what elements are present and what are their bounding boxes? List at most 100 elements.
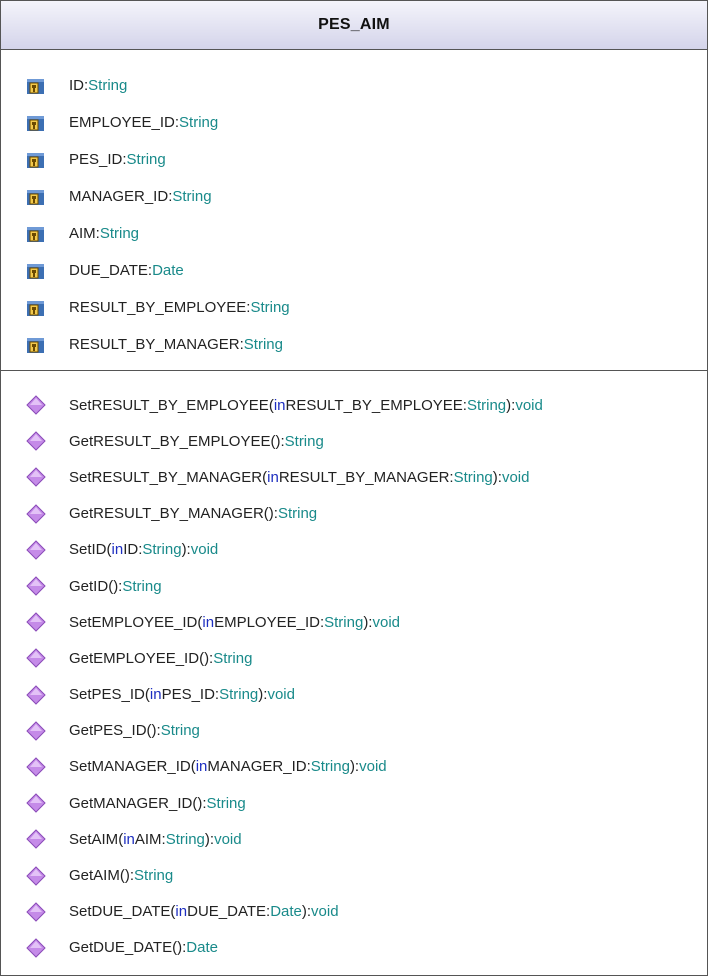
param-name: PES_ID [161, 686, 215, 704]
private-field-icon [21, 335, 51, 355]
private-field-icon [21, 298, 51, 318]
attribute-row: RESULT_BY_MANAGER: String [1, 326, 707, 363]
method-paren-close: ): [124, 867, 135, 885]
public-method-icon [21, 684, 51, 705]
param-direction: in [202, 613, 215, 631]
method-name: SetDUE_DATE [69, 903, 171, 921]
method-row: GetPES_ID(): String [1, 713, 707, 749]
method-paren-close: ): [275, 432, 285, 450]
method-paren-close: ): [181, 541, 191, 559]
param-direction: in [111, 541, 124, 559]
method-return-type: void [311, 903, 339, 921]
attribute-name: MANAGER_ID [69, 188, 169, 205]
param-name: RESULT_BY_MANAGER [278, 468, 450, 486]
method-row: SetRESULT_BY_EMPLOYEE(in RESULT_BY_EMPLO… [1, 387, 707, 423]
method-row: SetDUE_DATE(in DUE_DATE: Date): void [1, 894, 707, 930]
public-method-icon [21, 721, 51, 741]
public-method-icon [21, 395, 51, 415]
attribute-name: AIM [69, 225, 96, 242]
method-return-type: String [213, 649, 253, 667]
public-method-icon [21, 612, 51, 632]
method-paren-close: ): [151, 722, 161, 740]
method-return-type: void [372, 613, 401, 631]
public-method-icon [21, 829, 51, 850]
method-row: GetEMPLOYEE_ID(): String [1, 640, 707, 676]
attribute-type: String [243, 336, 283, 353]
param-name: MANAGER_ID [207, 758, 307, 776]
method-paren-close: ): [363, 613, 373, 631]
attribute-type: Date [152, 262, 184, 279]
attribute-name: RESULT_BY_MANAGER [69, 336, 240, 353]
method-return-type: Date [186, 939, 218, 957]
method-return-type: String [160, 722, 200, 740]
class-name: PES_AIM [318, 16, 390, 33]
param-direction: in [123, 830, 135, 848]
param-type: Date [270, 903, 302, 921]
public-method-icon [21, 467, 51, 488]
method-name: GetAIM [69, 867, 120, 885]
param-name: ID [123, 541, 139, 559]
attribute-row: PES_ID: String [1, 141, 707, 178]
public-method-icon [21, 938, 51, 958]
private-field-icon [21, 261, 51, 281]
method-row: SetRESULT_BY_MANAGER(in RESULT_BY_MANAGE… [1, 459, 707, 495]
method-name: SetEMPLOYEE_ID [69, 613, 198, 631]
method-name: GetMANAGER_ID [69, 794, 193, 812]
attribute-type: String [99, 225, 140, 242]
method-name: SetPES_ID [69, 686, 145, 704]
attribute-type: String [172, 188, 212, 205]
param-direction: in [267, 468, 279, 486]
method-return-type: String [122, 577, 162, 595]
public-method-icon [21, 865, 51, 886]
param-type: String [310, 758, 350, 776]
attribute-type: String [126, 151, 166, 168]
method-paren-close: ): [204, 649, 214, 667]
method-return-type: void [190, 541, 219, 559]
param-name: RESULT_BY_EMPLOYEE [285, 396, 463, 414]
method-return-type: void [214, 830, 242, 848]
uml-class-box: PES_AIM ID: String EMPLOYEE_ID: String PES_I… [0, 0, 708, 976]
public-method-icon [21, 576, 51, 596]
method-name: SetMANAGER_ID [69, 758, 191, 776]
method-row: SetPES_ID(in PES_ID: String): void [1, 677, 707, 713]
attribute-type: String [250, 299, 290, 316]
method-name: GetEMPLOYEE_ID [69, 649, 200, 667]
attribute-name: DUE_DATE [69, 262, 148, 279]
method-name: GetRESULT_BY_MANAGER [69, 505, 264, 523]
method-name: SetRESULT_BY_MANAGER [69, 468, 263, 486]
param-type: String [219, 686, 259, 704]
attribute-name: PES_ID [69, 151, 123, 168]
public-method-icon [21, 648, 51, 669]
param-direction: in [149, 686, 162, 704]
method-paren-close: ): [349, 758, 360, 776]
attributes-compartment: ID: String EMPLOYEE_ID: String PES_ID: String… [1, 50, 707, 371]
method-return-type: void [515, 396, 543, 414]
attribute-row: ID: String [1, 67, 707, 104]
public-method-icon [21, 503, 51, 524]
method-return-type: String [284, 432, 324, 450]
attribute-type: String [179, 114, 219, 131]
method-paren-close: ): [258, 686, 268, 704]
private-field-icon [21, 76, 51, 96]
attribute-row: AIM: String [1, 215, 707, 252]
public-method-icon [21, 431, 51, 451]
public-method-icon [21, 793, 51, 813]
method-row: GetRESULT_BY_MANAGER(): String [1, 496, 707, 532]
method-row: GetDUE_DATE(): Date [1, 930, 707, 966]
method-paren-close: ): [204, 830, 215, 848]
private-field-icon [21, 187, 51, 207]
param-direction: in [273, 396, 286, 414]
method-name: SetRESULT_BY_EMPLOYEE [69, 396, 269, 414]
method-paren-close: ): [177, 939, 187, 957]
param-type: String [142, 541, 182, 559]
method-row: SetAIM(in AIM: String): void [1, 821, 707, 857]
private-field-icon [21, 224, 51, 244]
attribute-name: RESULT_BY_EMPLOYEE [69, 299, 247, 316]
method-name: GetRESULT_BY_EMPLOYEE [69, 432, 271, 450]
public-method-icon [21, 902, 51, 922]
param-type: String [466, 396, 507, 414]
param-type: String [453, 468, 493, 486]
method-return-type: String [134, 867, 174, 885]
method-paren-close: ): [506, 396, 516, 414]
method-paren-close: ): [492, 468, 502, 486]
